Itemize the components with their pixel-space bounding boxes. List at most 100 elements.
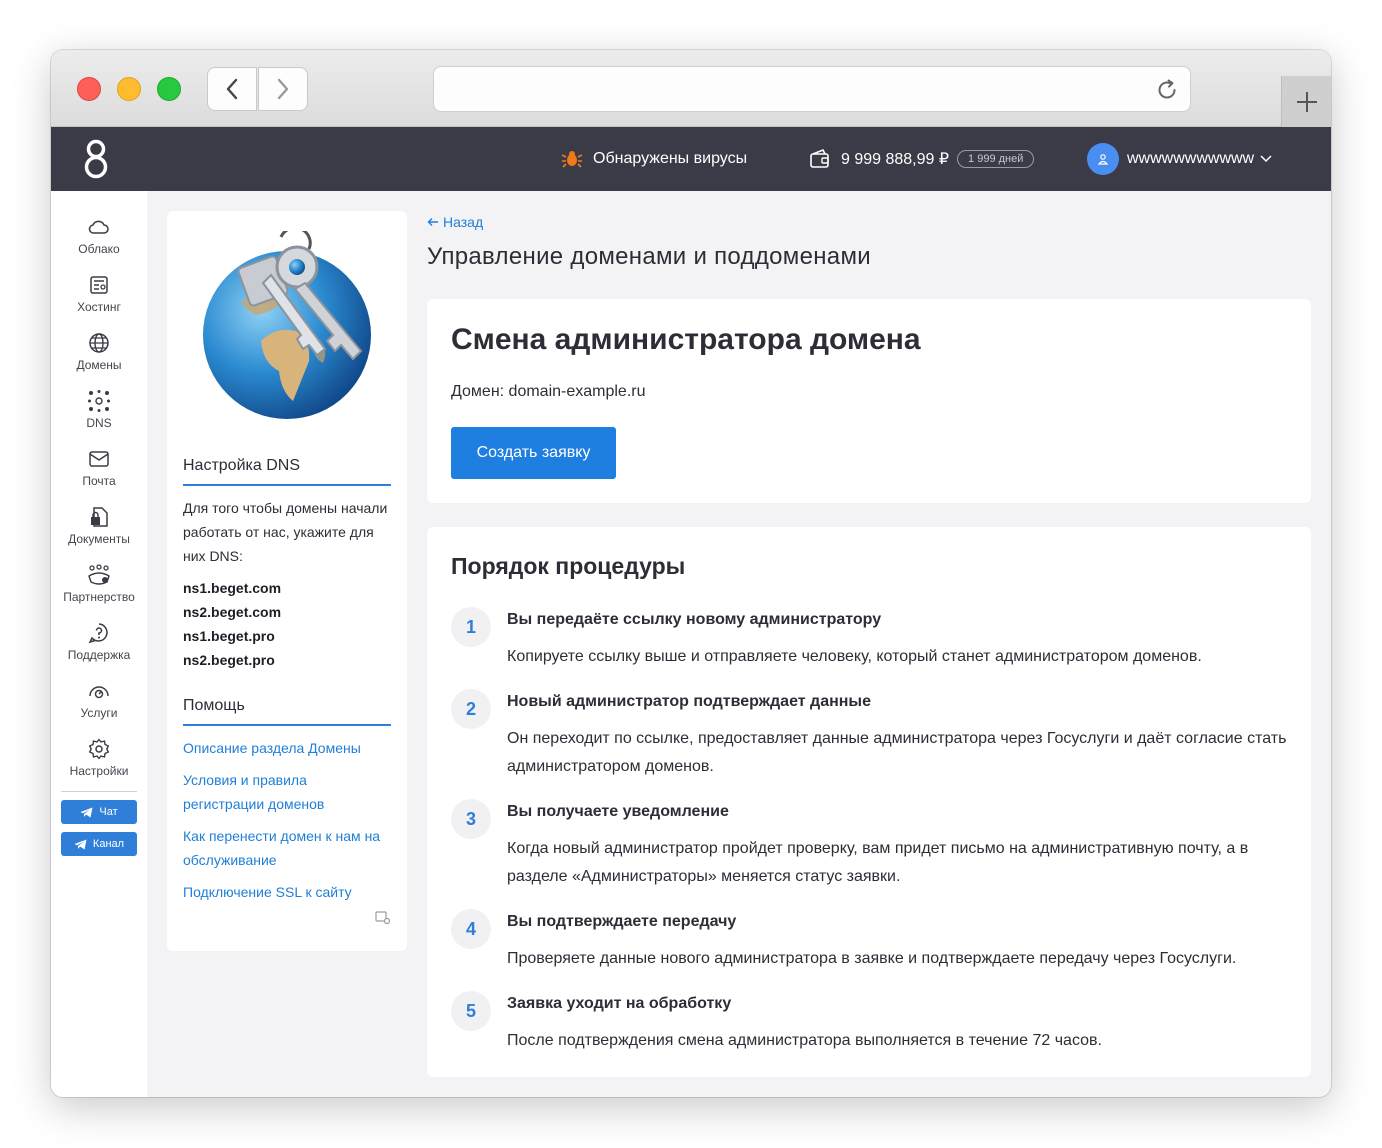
step-number: 1 xyxy=(451,607,491,647)
sidebar-item-mail[interactable]: Почта xyxy=(51,447,147,488)
browser-back-button[interactable] xyxy=(207,67,257,111)
step-description: Когда новый администратор пройдет провер… xyxy=(507,840,1249,885)
browser-window: Обнаружены вирусы 9 999 888,99 ₽ 1 999 д… xyxy=(51,50,1331,1097)
page-title: Управление доменами и поддоменами xyxy=(427,243,871,270)
admin-change-panel: Смена администратора домена Домен: domai… xyxy=(427,299,1311,503)
services-icon xyxy=(89,686,109,699)
dns-instructions: Для того чтобы домены начали работать от… xyxy=(183,500,388,564)
nameserver-item: ns1.beget.pro xyxy=(183,628,275,644)
plus-icon xyxy=(1296,91,1317,112)
step-number: 4 xyxy=(451,909,491,949)
cloud-icon xyxy=(88,220,109,234)
step-description: Копируете ссылку выше и отправляете чело… xyxy=(507,648,1202,665)
reload-icon[interactable] xyxy=(1154,77,1180,103)
documents-icon xyxy=(91,507,108,527)
dns-section-title: Настройка DNS xyxy=(183,457,391,486)
address-bar[interactable] xyxy=(433,66,1191,112)
nameserver-item: ns2.beget.com xyxy=(183,604,282,620)
help-link-ssl[interactable]: Подключение SSL к сайту xyxy=(183,880,391,904)
back-label: Назад xyxy=(443,214,484,230)
help-links: Описание раздела Домены Условия и правил… xyxy=(183,736,391,912)
create-request-button[interactable]: Создать заявку xyxy=(451,427,616,479)
procedure-title: Порядок процедуры xyxy=(451,553,686,579)
balance-widget[interactable]: 9 999 888,99 ₽ 1 999 дней xyxy=(809,127,1035,191)
username: wwwwwwwwwww xyxy=(1127,150,1255,167)
sidebar-nav: Облако Хостинг Домены DNS Почта Документ… xyxy=(51,191,147,1097)
nameserver-list: ns1.beget.com ns2.beget.com ns1.beget.pr… xyxy=(183,576,281,672)
nameserver-item: ns1.beget.com xyxy=(183,580,282,596)
globe-icon xyxy=(89,333,109,353)
arrow-left-icon xyxy=(427,218,438,226)
new-tab-button[interactable] xyxy=(1281,76,1331,127)
close-window-button[interactable] xyxy=(77,77,101,101)
sidebar-item-hosting[interactable]: Хостинг xyxy=(51,273,147,314)
sidebar-item-domains[interactable]: Домены xyxy=(51,331,147,372)
telegram-icon xyxy=(74,839,87,849)
step-number: 3 xyxy=(451,799,491,839)
telegram-channel-button[interactable]: Канал xyxy=(61,832,137,856)
wallet-icon xyxy=(810,148,829,168)
sidebar-item-label: Поддержка xyxy=(67,648,131,662)
hosting-icon xyxy=(90,276,108,294)
globe-with-keys-illustration xyxy=(203,231,371,419)
sidebar-item-services[interactable]: Услуги xyxy=(51,679,147,720)
help-section-title: Помощь xyxy=(183,697,391,726)
user-icon xyxy=(1097,154,1109,165)
sidebar-item-label: DNS xyxy=(86,416,112,430)
help-link-registration-rules[interactable]: Условия и правила регистрации доменов xyxy=(183,768,391,816)
days-left-badge: 1 999 дней xyxy=(957,150,1035,168)
user-menu[interactable]: wwwwwwwwwww xyxy=(1087,127,1272,191)
chevron-down-icon xyxy=(1260,155,1272,163)
sidebar-item-label: Облако xyxy=(78,242,120,256)
beget-logo-icon[interactable] xyxy=(81,137,111,181)
telegram-chat-button[interactable]: Чат xyxy=(61,800,137,824)
step-title: Вы передаёте ссылку новому администратор… xyxy=(507,611,882,628)
sidebar-item-label: Хостинг xyxy=(77,300,121,314)
sidebar-item-cloud[interactable]: Облако xyxy=(51,215,147,256)
sidebar-item-label: Домены xyxy=(76,358,122,372)
minimize-window-button[interactable] xyxy=(117,77,141,101)
sidebar-item-settings[interactable]: Настройки xyxy=(51,737,147,778)
chevron-left-icon xyxy=(226,78,238,100)
back-link[interactable]: Назад xyxy=(427,214,483,230)
telegram-icon xyxy=(80,807,93,817)
step-number: 2 xyxy=(451,689,491,729)
avatar xyxy=(1087,143,1119,175)
sidebar-item-label: Документы xyxy=(68,532,130,546)
browser-toolbar xyxy=(51,50,1331,127)
card-settings-icon[interactable] xyxy=(375,911,391,925)
panel-title: Смена администратора домена xyxy=(451,323,921,356)
sidebar-item-label: Почта xyxy=(82,474,116,488)
step-description: После подтверждения смена администратора… xyxy=(507,1032,1102,1049)
maximize-window-button[interactable] xyxy=(157,77,181,101)
help-link-domains-description[interactable]: Описание раздела Домены xyxy=(183,736,391,760)
step-title: Новый администратор подтверждает данные xyxy=(507,693,871,710)
sidebar-divider xyxy=(61,791,137,792)
sidebar-item-label: Услуги xyxy=(80,706,118,720)
sidebar-item-support[interactable]: Поддержка xyxy=(51,621,147,662)
nameserver-item: ns2.beget.pro xyxy=(183,652,275,668)
dns-icon xyxy=(88,390,110,412)
sidebar-item-dns[interactable]: DNS xyxy=(51,389,147,430)
chat-label: Чат xyxy=(99,806,118,818)
sidebar-item-label: Партнерство xyxy=(63,590,135,604)
step-number: 5 xyxy=(451,991,491,1031)
balance-amount: 9 999 888,99 ₽ xyxy=(841,151,950,168)
dns-info-card: Настройка DNS Для того чтобы домены нача… xyxy=(167,211,407,951)
sidebar-item-documents[interactable]: Документы xyxy=(51,505,147,546)
browser-forward-button[interactable] xyxy=(258,67,308,111)
support-icon xyxy=(88,623,108,644)
step-title: Заявка уходит на обработку xyxy=(507,995,732,1012)
mail-icon xyxy=(89,451,109,467)
virus-alert[interactable]: Обнаружены вирусы xyxy=(561,127,747,191)
channel-label: Канал xyxy=(92,838,125,850)
bug-icon xyxy=(561,151,583,168)
help-link-transfer-domain[interactable]: Как перенести домен к нам на обслуживани… xyxy=(183,824,391,872)
app-header: Обнаружены вирусы 9 999 888,99 ₽ 1 999 д… xyxy=(51,127,1331,191)
sidebar-item-label: Настройки xyxy=(69,764,129,778)
gear-icon xyxy=(89,738,109,760)
sidebar-item-partners[interactable]: Партнерство xyxy=(51,563,147,604)
procedure-panel: Порядок процедуры 1 Вы передаёте ссылку … xyxy=(427,527,1311,1077)
domain-label: Домен: domain-example.ru xyxy=(451,383,646,400)
partners-icon xyxy=(88,564,110,585)
